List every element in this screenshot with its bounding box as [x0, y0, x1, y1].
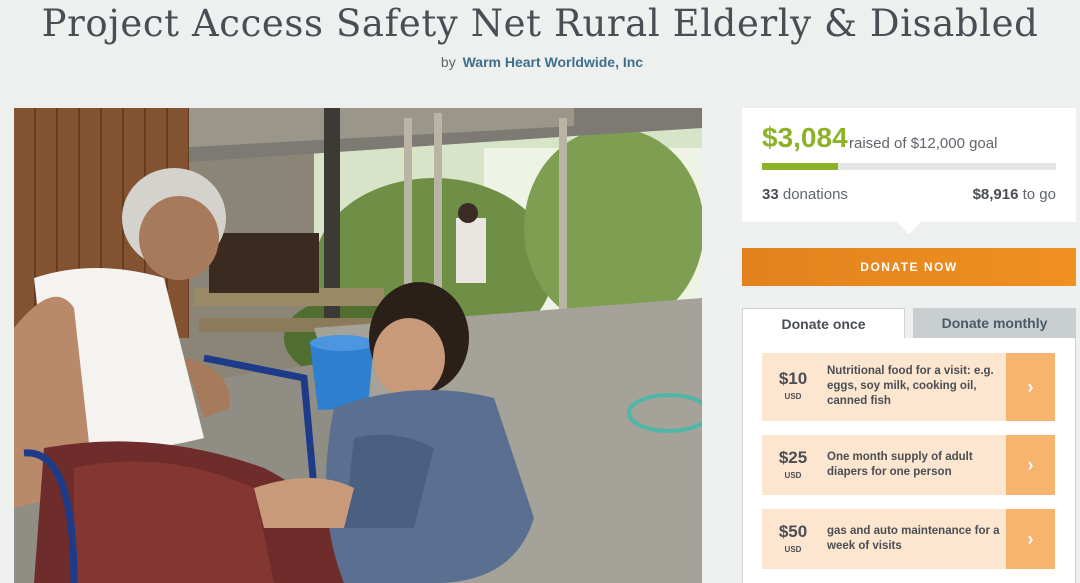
donation-option-10[interactable]: $10 USD Nutritional food for a visit: e.…	[762, 353, 1055, 421]
remaining-amount: $8,916 to go	[973, 186, 1056, 203]
to-go-label: to go	[1022, 186, 1056, 203]
option-amount: $50	[778, 522, 808, 541]
organization-link[interactable]: Warm Heart Worldwide, Inc	[463, 54, 643, 70]
tab-donate-once[interactable]: Donate once	[742, 308, 905, 340]
fundraising-stats: $3,084 raised of $12,000 goal 33 donatio…	[742, 108, 1076, 234]
donations-count: 33 donations	[762, 186, 848, 203]
page-title: Project Access Safety Net Rural Elderly …	[41, 2, 1039, 45]
option-currency: USD	[784, 392, 802, 401]
stats-pointer	[897, 222, 921, 234]
option-description: Nutritional food for a visit: e.g. eggs,…	[827, 365, 994, 407]
option-amount: $10	[778, 369, 808, 388]
donation-option-50[interactable]: $50 USD gas and auto maintenance for a w…	[762, 509, 1055, 569]
donate-now-button[interactable]: DONATE NOW	[742, 248, 1076, 286]
option-currency: USD	[784, 471, 802, 480]
chevron-right-icon[interactable]: ›	[1006, 353, 1055, 421]
donations-label: donations	[782, 186, 848, 203]
project-photo	[14, 108, 702, 583]
progress-fill	[762, 163, 838, 170]
donation-option-25[interactable]: $25 USD One month supply of adult diaper…	[762, 435, 1055, 495]
byline: by Warm Heart Worldwide, Inc	[0, 54, 1080, 70]
option-description: One month supply of adult diapers for on…	[827, 451, 973, 478]
tab-donate-monthly[interactable]: Donate monthly	[913, 308, 1076, 338]
option-currency: USD	[784, 545, 802, 554]
option-amount: $25	[778, 448, 808, 467]
progress-bar	[762, 163, 1056, 170]
byline-prefix: by	[440, 54, 456, 70]
to-go-amount: $8,916	[972, 186, 1019, 203]
chevron-right-icon[interactable]: ›	[1006, 435, 1055, 495]
raised-goal-text: raised of $12,000 goal	[849, 135, 998, 152]
option-description: gas and auto maintenance for a week of v…	[827, 525, 1000, 552]
donations-number: 33	[762, 186, 779, 203]
chevron-right-icon[interactable]: ›	[1006, 509, 1055, 569]
raised-amount: $3,084	[762, 122, 848, 153]
